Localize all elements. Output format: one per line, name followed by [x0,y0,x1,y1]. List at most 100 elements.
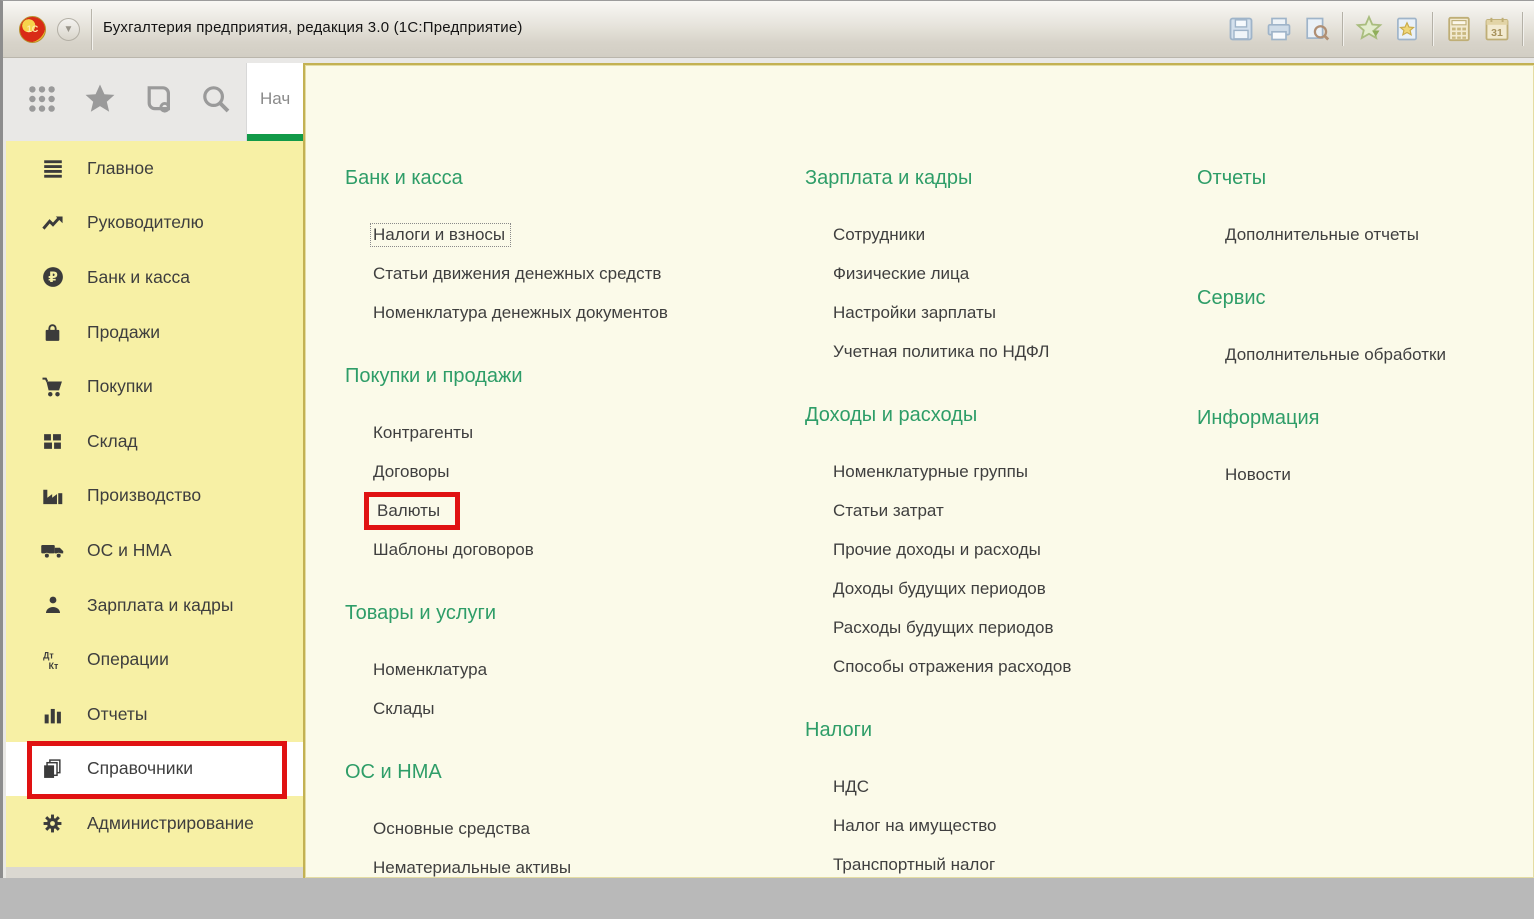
section-title: Сервис [1197,286,1527,311]
window-bottom-strip [6,867,303,878]
menu-section-otchety: Отчеты Дополнительные отчеты [1197,166,1527,254]
gear-icon [39,813,66,834]
menu-section-bank-i-kassa: Банк и касса Налоги и взносы Статьи движ… [345,166,795,332]
keyboard-focus-outline: Налоги и взносы [370,223,511,247]
sidebar-item-label: Склад [87,431,138,452]
sidebar-item-label: Справочники [87,758,193,779]
apps-grid-icon[interactable] [25,82,59,116]
sidebar-item-administrirovanie[interactable]: Администрирование [6,796,303,851]
menu-item-dohody-budushchih-periodov[interactable]: Доходы будущих периодов [805,569,1197,608]
print-preview-icon[interactable] [1301,14,1332,45]
menu-section-nalogi: Налоги НДС Налог на имущество Транспортн… [805,718,1197,884]
menu-item-dopolnitelnye-otchety[interactable]: Дополнительные отчеты [1197,215,1527,254]
menu-item-sposoby-otrazheniya-rashodov[interactable]: Способы отражения расходов [805,647,1197,686]
menu-item-sklady[interactable]: Склады [345,689,795,728]
app-window: 1С ▼ Бухгалтерия предприятия, редакция 3… [0,0,1534,878]
menu-item-sotrudniki[interactable]: Сотрудники [805,215,1197,254]
sidebar-item-os-i-nma[interactable]: ОС и НМА [6,523,303,578]
sidebar-item-zarplata-i-kadry[interactable]: Зарплата и кадры [6,578,303,633]
menu-item-novosti[interactable]: Новости [1197,455,1527,494]
calculator-icon[interactable] [1443,14,1474,45]
search-icon[interactable] [199,82,233,116]
sidebar-item-label: Операции [87,649,169,670]
calendar-icon[interactable]: 31 [1481,14,1512,45]
section-title: Доходы и расходы [805,403,1197,428]
toolbar-separator [1432,12,1433,46]
tab-active-underline [247,134,303,141]
menu-item-shablony-dogovorov[interactable]: Шаблоны договоров [345,530,795,569]
menu-section-servis: Сервис Дополнительные обработки [1197,286,1527,374]
favorites-document-icon[interactable] [1391,14,1422,45]
menu-item-nomenklatura-den-dokumentov[interactable]: Номенклатура денежных документов [345,293,795,332]
menu-item-nomenklaturnye-gruppy[interactable]: Номенклатурные группы [805,452,1197,491]
favorites-star-icon[interactable] [83,82,117,116]
menu-section-pokupki-i-prodazhi: Покупки и продажи Контрагенты Договоры В… [345,364,795,569]
trend-arrow-icon [39,214,66,232]
menu-section-os-i-nma: ОС и НМА Основные средства Нематериальны… [345,760,795,887]
sidebar-item-label: Главное [87,158,154,179]
toolbar-separator [1342,12,1343,46]
bar-chart-icon [39,705,66,724]
sidebar-item-spravochniki[interactable]: Справочники [6,742,303,797]
section-title: Банк и касса [345,166,795,191]
menu-item-prochie-dohody-rashody[interactable]: Прочие доходы и расходы [805,530,1197,569]
sidebar-item-bank-i-kassa[interactable]: ₽ Банк и касса [6,250,303,305]
menu-item-kontragenty[interactable]: Контрагенты [345,413,795,452]
sidebar-item-label: Покупки [87,376,153,397]
main-menu-dropdown-button[interactable]: ▼ [57,18,80,41]
menu-item-osnovnye-sredstva[interactable]: Основные средства [345,809,795,848]
menu-item-dopolnitelnye-obrabotki[interactable]: Дополнительные обработки [1197,335,1527,374]
references-menu-panel: Банк и касса Налоги и взносы Статьи движ… [303,63,1534,878]
svg-text:Кт: Кт [48,660,58,670]
menu-item-dogovory[interactable]: Договоры [345,452,795,491]
sidebar-item-otchety[interactable]: Отчеты [6,687,303,742]
sidebar-item-pokupki[interactable]: Покупки [6,359,303,414]
sidebar-item-operacii[interactable]: ДтКт Операции [6,632,303,687]
sidebar-item-label: Администрирование [87,813,254,834]
menu-item-nematerialnye-aktivy[interactable]: Нематериальные активы [345,848,795,887]
sidebar-item-proizvodstvo[interactable]: Производство [6,469,303,524]
sections-sidebar: Главное Руководителю ₽ Банк и касса Прод… [6,141,303,867]
section-title: Зарплата и кадры [805,166,1197,191]
window-title: Бухгалтерия предприятия, редакция 3.0 (1… [103,19,523,36]
highlight-box-valyuty: Валюты [364,492,460,530]
menu-item-uchetnaya-politika-ndfl[interactable]: Учетная политика по НДФЛ [805,332,1197,371]
sidebar-item-label: Производство [87,485,201,506]
shopping-cart-icon [39,377,66,397]
1c-logo-icon: 1С [19,16,46,43]
add-to-favorites-icon[interactable] [1353,14,1384,45]
menu-item-nastroyki-zarplaty[interactable]: Настройки зарплаты [805,293,1197,332]
menu-item-label: Валюты [377,501,440,520]
warehouse-blocks-icon [39,432,66,451]
sidebar-item-prodazhi[interactable]: Продажи [6,305,303,360]
titlebar-separator [91,9,92,50]
section-title: Товары и услуги [345,601,795,626]
menu-item-nalog-na-imushchestvo[interactable]: Налог на имущество [805,806,1197,845]
menu-item-nalogi-i-vznosy[interactable]: Налоги и взносы [345,215,795,254]
history-icon[interactable] [141,82,175,116]
menu-item-nds[interactable]: НДС [805,767,1197,806]
menu-item-fizicheskie-lica[interactable]: Физические лица [805,254,1197,293]
save-icon[interactable] [1225,14,1256,45]
truck-icon [39,541,66,559]
sidebar-item-rukovoditelyu[interactable]: Руководителю [6,196,303,251]
menu-item-transportnyy-nalog[interactable]: Транспортный налог [805,845,1197,884]
toolbar-separator [1522,12,1523,46]
menu-column-1: Банк и касса Налоги и взносы Статьи движ… [345,166,795,919]
section-title: Информация [1197,406,1527,431]
tab-home-page[interactable]: Нач [246,63,303,141]
menu-item-valyuty[interactable]: Валюты [345,491,795,530]
menu-item-nomenklatura[interactable]: Номенклатура [345,650,795,689]
menu-item-stati-zatrat[interactable]: Статьи затрат [805,491,1197,530]
sidebar-item-label: Руководителю [87,212,204,233]
menu-item-rashody-budushchih-periodov[interactable]: Расходы будущих периодов [805,608,1197,647]
print-icon[interactable] [1263,14,1294,45]
svg-text:31: 31 [1491,27,1503,39]
section-title: Отчеты [1197,166,1527,191]
menu-column-2: Зарплата и кадры Сотрудники Физические л… [805,166,1197,916]
sidebar-item-sklad[interactable]: Склад [6,414,303,469]
menu-item-stati-dvizheniya-ds[interactable]: Статьи движения денежных средств [345,254,795,293]
section-title: Налоги [805,718,1197,743]
title-bar: 1С ▼ Бухгалтерия предприятия, редакция 3… [3,1,1534,58]
sidebar-item-glavnoe[interactable]: Главное [6,141,303,196]
